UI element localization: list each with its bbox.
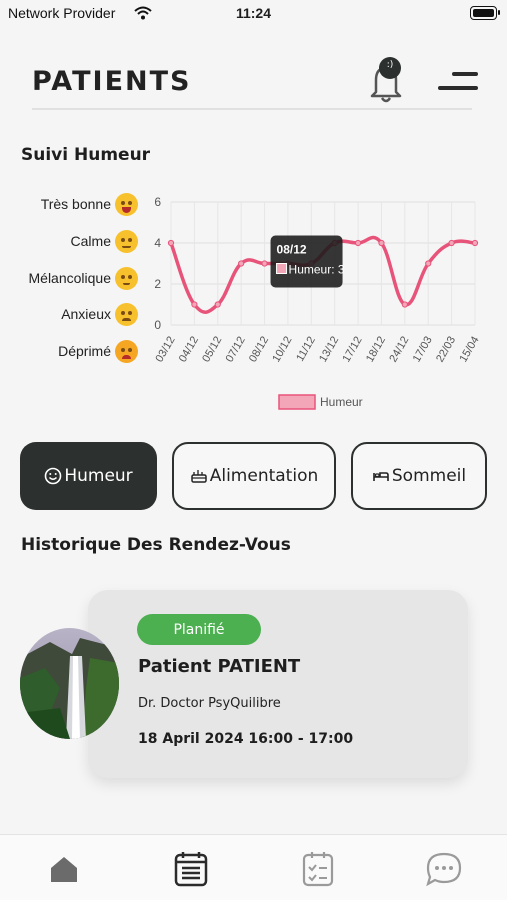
- x-tick-label: 22/03: [434, 335, 458, 365]
- tab-alimentation-label: Alimentation: [209, 466, 319, 486]
- mood-label-calme: Calme: [10, 228, 138, 254]
- x-tick-label: 17/03: [411, 335, 435, 365]
- notification-badge: :): [386, 60, 394, 70]
- x-tick-label: 17/12: [341, 335, 365, 365]
- mood-label-anxieux: Anxieux: [10, 301, 138, 327]
- data-point: [354, 239, 362, 247]
- x-tick-label: 24/12: [387, 335, 411, 365]
- menu-line: [452, 72, 478, 76]
- data-point: [238, 260, 245, 267]
- bottom-nav: [0, 834, 507, 900]
- tab-humeur-label: Humeur: [64, 466, 133, 486]
- data-point: [448, 239, 455, 247]
- data-point: [261, 260, 268, 267]
- nav-home[interactable]: [44, 849, 84, 889]
- y-tick-label: 6: [154, 195, 161, 209]
- x-tick-label: 05/12: [200, 335, 224, 365]
- y-tick-label: 4: [154, 236, 161, 250]
- x-tick-label: 10/12: [270, 335, 294, 365]
- nav-tasks[interactable]: [298, 849, 338, 889]
- mood-label-deprime: Déprimé: [10, 338, 138, 364]
- header-divider: [32, 108, 472, 110]
- patient-name: Patient PATIENT: [138, 656, 301, 677]
- patient-avatar: [20, 628, 119, 739]
- appointments-section-title: Historique Des Rendez-Vous: [21, 535, 291, 555]
- depressed-face-icon: [115, 339, 138, 363]
- notification-button[interactable]: :): [366, 56, 406, 106]
- home-icon: [51, 857, 77, 882]
- anxious-face-icon: [115, 302, 138, 326]
- data-point: [378, 239, 385, 247]
- food-icon: [190, 467, 208, 485]
- legend-label: Humeur: [320, 395, 363, 409]
- data-point: [214, 301, 221, 308]
- checklist-icon: [302, 852, 334, 887]
- menu-button[interactable]: [438, 70, 478, 94]
- tooltip-label: Humeur: 3: [289, 263, 345, 277]
- melancholic-face-icon: [115, 266, 138, 290]
- menu-line: [438, 86, 478, 90]
- nav-chat[interactable]: [424, 849, 464, 889]
- battery-icon: [470, 6, 500, 20]
- x-tick-label: 04/12: [177, 335, 201, 365]
- nav-appointments[interactable]: [171, 849, 211, 889]
- doctor-name: Dr. Doctor PsyQuilibre: [138, 696, 281, 711]
- chart-legend: Humeur: [278, 394, 363, 410]
- tooltip-title: 08/12: [277, 243, 307, 257]
- data-point: [167, 239, 175, 247]
- y-tick-label: 2: [154, 277, 161, 291]
- calendar-icon: [174, 852, 208, 887]
- tab-sommeil-label: Sommeil: [391, 466, 467, 486]
- tab-humeur[interactable]: Humeur: [20, 442, 157, 510]
- data-point: [471, 239, 479, 247]
- tooltip-swatch: [276, 263, 288, 274]
- mood-label-tres-bonne: Très bonne: [10, 191, 138, 217]
- x-tick-label: 13/12: [317, 335, 341, 365]
- status-badge: Planifié: [137, 614, 261, 645]
- data-point: [425, 260, 432, 267]
- bed-icon: [372, 467, 390, 485]
- chat-icon: [426, 852, 462, 887]
- x-tick-label: 08/12: [247, 335, 271, 365]
- x-tick-label: 15/04: [457, 335, 481, 365]
- data-point: [191, 301, 198, 308]
- appointment-datetime: 18 April 2024 16:00 - 17:00: [138, 731, 354, 747]
- status-time: 11:24: [235, 5, 272, 21]
- calm-face-icon: [115, 229, 138, 253]
- x-tick-label: 03/12: [153, 335, 177, 365]
- tab-alimentation[interactable]: Alimentation: [172, 442, 336, 510]
- mood-line-chart: 0246 03/12 04/12 05/12 07/12 08/12 10/12 11/12…: [153, 195, 482, 410]
- tab-sommeil[interactable]: Sommeil: [351, 442, 487, 510]
- y-tick-label: 0: [154, 318, 161, 332]
- mood-label-melancolique: Mélancolique: [10, 265, 138, 291]
- data-point: [401, 301, 408, 308]
- smiley-icon: [44, 467, 62, 485]
- status-bar: Network Provider 11:24: [0, 0, 507, 28]
- mood-section-title: Suivi Humeur: [21, 145, 151, 165]
- x-tick-label: 07/12: [224, 335, 248, 365]
- grinning-face-icon: [115, 192, 138, 216]
- page-title: PATIENTS: [32, 66, 192, 97]
- x-tick-label: 11/12: [294, 335, 318, 364]
- legend-swatch: [278, 394, 316, 410]
- x-tick-label: 18/12: [364, 335, 388, 365]
- chart-tooltip: 08/12 Humeur: 3: [270, 235, 345, 288]
